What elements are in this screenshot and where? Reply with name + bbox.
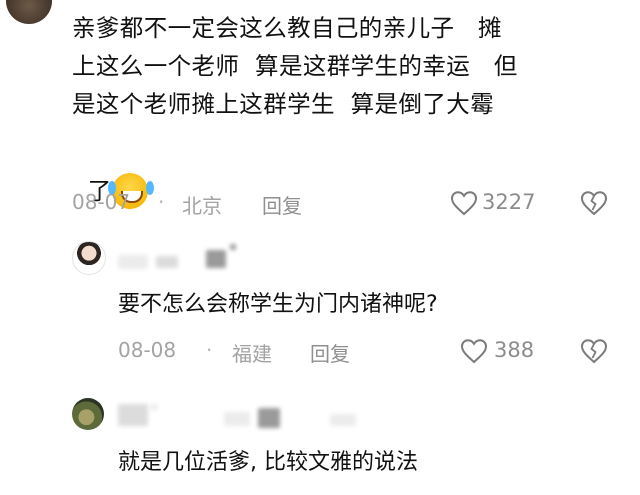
- blurred-username: [230, 244, 236, 250]
- blurred-username: [118, 404, 148, 426]
- blurred-username: [118, 255, 148, 269]
- like-count: 388: [494, 338, 535, 362]
- comment-text-line-2: 上这么一个老师 算是这群学生的幸运 但: [72, 52, 518, 80]
- reply-button[interactable]: 回复: [262, 190, 302, 219]
- blurred-username: [258, 408, 280, 428]
- like-button[interactable]: [450, 190, 478, 216]
- comment-text-line-1: 亲爹都不一定会这么教自己的亲儿子 摊: [72, 14, 502, 42]
- blurred-username: [150, 404, 158, 410]
- like-button[interactable]: [460, 338, 488, 364]
- meta-separator: ·: [206, 338, 213, 362]
- blurred-username: [330, 414, 356, 426]
- commenter-avatar[interactable]: [6, 0, 52, 24]
- heart-icon: [460, 339, 488, 364]
- dislike-button[interactable]: [580, 338, 608, 364]
- comment-location: 北京: [182, 194, 222, 218]
- comment-date: 08-07: [72, 190, 131, 214]
- broken-heart-icon: [580, 191, 608, 216]
- blurred-username: [224, 412, 250, 426]
- like-count: 3227: [482, 190, 536, 214]
- meta-separator: ·: [158, 190, 165, 214]
- reply-button[interactable]: 回复: [310, 338, 350, 367]
- blurred-username: [156, 256, 178, 268]
- reply-avatar[interactable]: [72, 398, 104, 430]
- blurred-username: [206, 250, 226, 268]
- reply-text: 就是几位活爹, 比较文雅的说法: [118, 450, 418, 475]
- comment-text-line-3: 是这个老师摊上这群学生 算是倒了大霉: [72, 90, 495, 118]
- reply-location: 福建: [232, 342, 272, 366]
- heart-icon: [450, 191, 478, 216]
- broken-heart-icon: [580, 339, 608, 364]
- reply-avatar[interactable]: [72, 241, 106, 275]
- reply-text: 要不怎么会称学生为门内诸神呢?: [118, 292, 438, 317]
- dislike-button[interactable]: [580, 190, 608, 216]
- reply-date: 08-08: [118, 338, 177, 362]
